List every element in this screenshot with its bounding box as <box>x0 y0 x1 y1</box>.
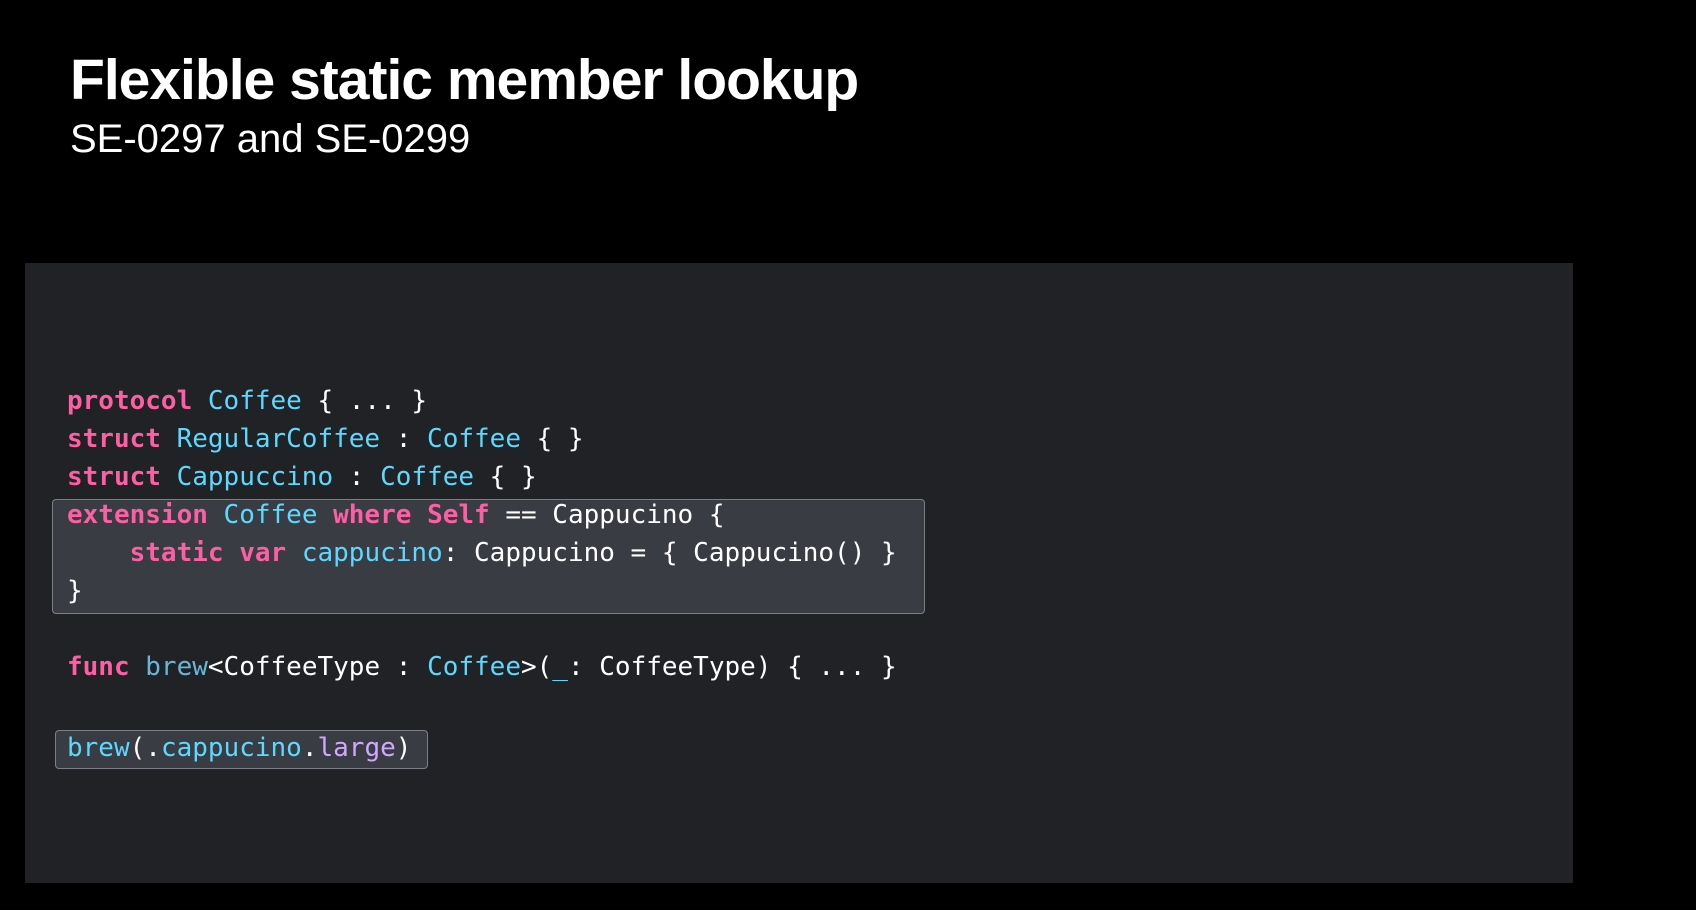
code-token: { ... } <box>301 386 428 416</box>
code-line-struct-regular-coffee: struct RegularCoffee : Coffee { } <box>67 420 584 458</box>
code-line-brew-call: brew(.cappucino.large) <box>67 729 411 767</box>
code-token: { } <box>474 462 537 492</box>
code-token: cappucino <box>301 538 443 568</box>
code-token: == Cappucino { <box>489 500 725 530</box>
code-line-closing-brace: } <box>67 572 83 610</box>
code-token: } <box>67 576 83 606</box>
code-token: ) <box>395 733 412 763</box>
code-token: large <box>317 733 396 763</box>
code-token: Coffee <box>427 424 521 454</box>
code-token: Coffee <box>223 500 318 530</box>
code-token: : <box>333 462 381 492</box>
code-token: : <box>380 424 428 454</box>
code-line-static-var: static var cappucino: Cappucino = { Capp… <box>67 534 897 572</box>
code-token: struct <box>67 462 161 492</box>
code-token: _ <box>552 652 568 682</box>
slide-subtitle: SE-0297 and SE-0299 <box>70 117 471 161</box>
code-token: var <box>239 538 287 568</box>
code-line-struct-cappuccino: struct Cappuccino : Coffee { } <box>67 458 537 496</box>
code-token: . <box>301 733 318 763</box>
code-token: where <box>333 500 412 530</box>
code-token: (. <box>129 733 161 763</box>
code-token: func <box>67 652 130 682</box>
code-token: <CoffeeType : <box>207 652 428 682</box>
code-token: static <box>129 538 224 568</box>
code-token: Coffee <box>207 386 302 416</box>
code-token: brew <box>67 733 130 763</box>
code-token: Self <box>427 500 490 530</box>
code-token: { } <box>520 424 584 454</box>
code-line-extension: extension Coffee where Self == Cappucino… <box>67 496 725 534</box>
code-token: Cappuccino <box>176 462 334 492</box>
code-token: struct <box>67 424 161 454</box>
code-token: Coffee <box>380 462 475 492</box>
code-line-func-brew: func brew<CoffeeType : Coffee>(_: Coffee… <box>67 648 897 686</box>
code-token: protocol <box>67 386 193 416</box>
code-panel: protocol Coffee { ... } struct RegularCo… <box>25 263 1573 883</box>
code-token: extension <box>67 500 208 530</box>
slide-title: Flexible static member lookup <box>70 48 859 112</box>
code-token: brew <box>145 652 208 682</box>
code-token: cappucino <box>160 733 302 763</box>
code-token: Coffee <box>427 652 521 682</box>
code-token: : CoffeeType) { ... } <box>567 652 897 682</box>
code-token: RegularCoffee <box>176 424 381 454</box>
code-token: >( <box>520 652 553 682</box>
code-token: : Cappucino = { Cappucino() } <box>442 538 897 568</box>
code-line-protocol: protocol Coffee { ... } <box>67 382 427 420</box>
